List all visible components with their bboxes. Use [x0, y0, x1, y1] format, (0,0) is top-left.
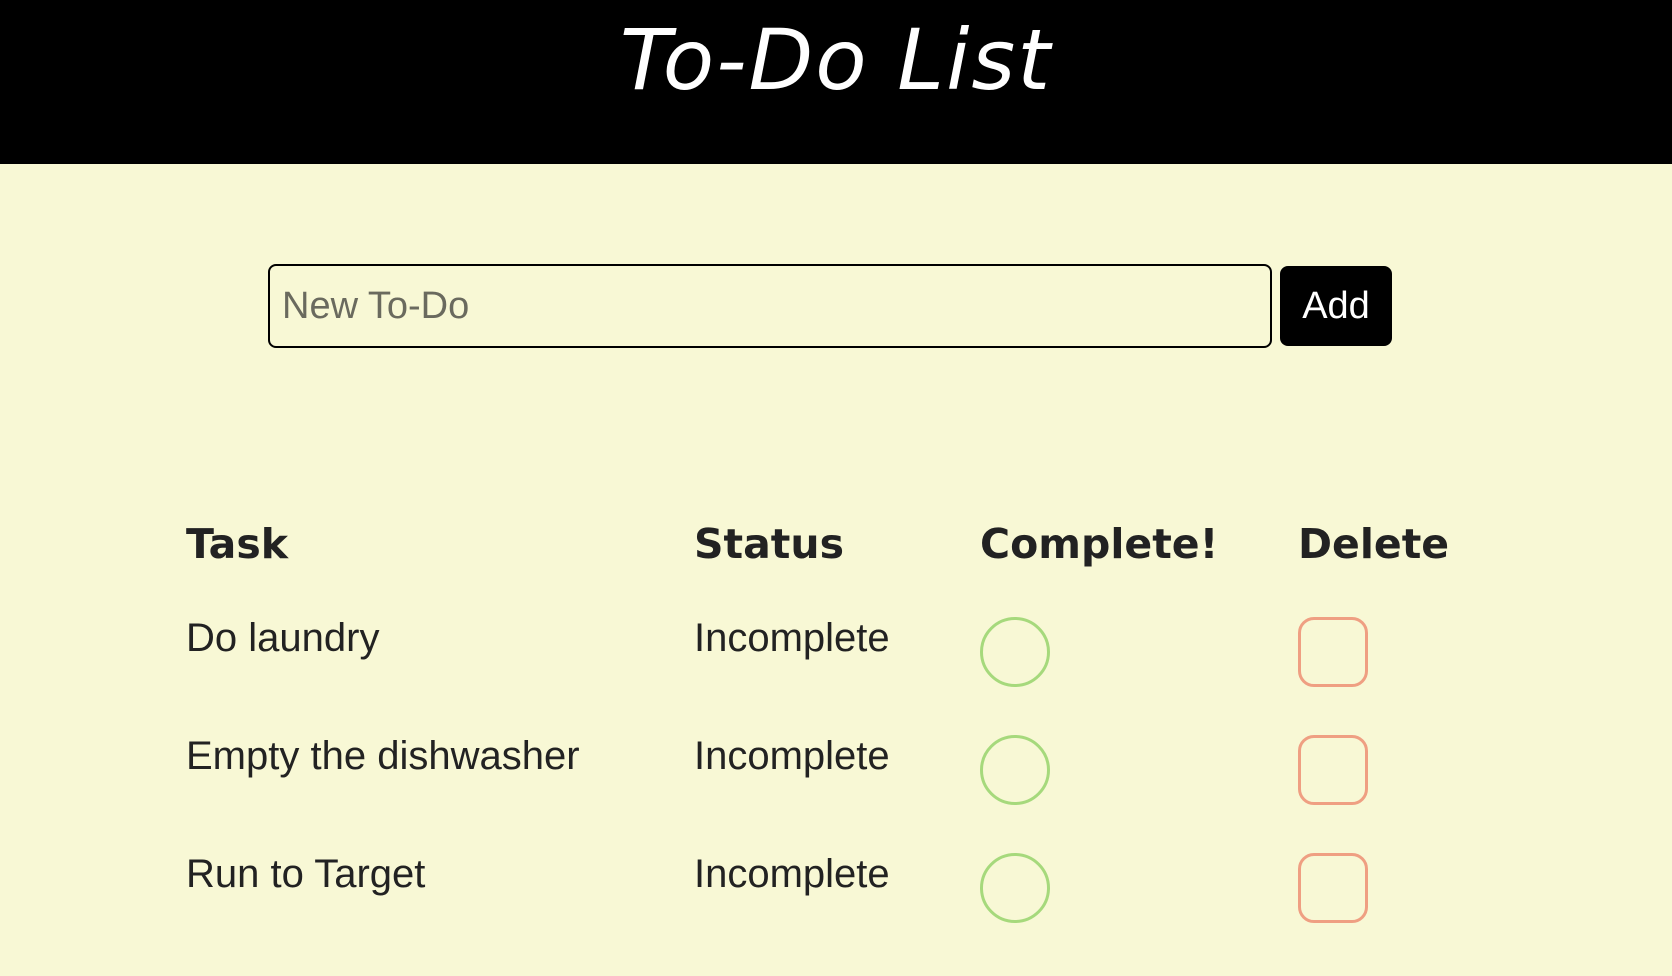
complete-toggle[interactable]: [980, 853, 1050, 923]
status-label: Incomplete: [694, 852, 890, 896]
task-label: Empty the dishwasher: [186, 734, 580, 778]
task-label: Do laundry: [186, 616, 380, 660]
add-button[interactable]: Add: [1280, 266, 1392, 346]
status-label: Incomplete: [694, 734, 890, 778]
task-label: Run to Target: [186, 852, 426, 896]
complete-toggle[interactable]: [980, 735, 1050, 805]
column-header-complete: Complete!: [980, 520, 1219, 568]
status-label: Incomplete: [694, 616, 890, 660]
delete-button[interactable]: [1298, 853, 1368, 923]
new-todo-input[interactable]: [268, 264, 1272, 348]
column-header-delete: Delete: [1298, 520, 1450, 568]
delete-button[interactable]: [1298, 735, 1368, 805]
complete-toggle[interactable]: [980, 617, 1050, 687]
column-header-task: Task: [186, 520, 289, 568]
app-header: To-Do List: [0, 0, 1672, 164]
delete-button[interactable]: [1298, 617, 1368, 687]
page-title: To-Do List: [619, 11, 1053, 109]
column-header-status: Status: [694, 520, 844, 568]
